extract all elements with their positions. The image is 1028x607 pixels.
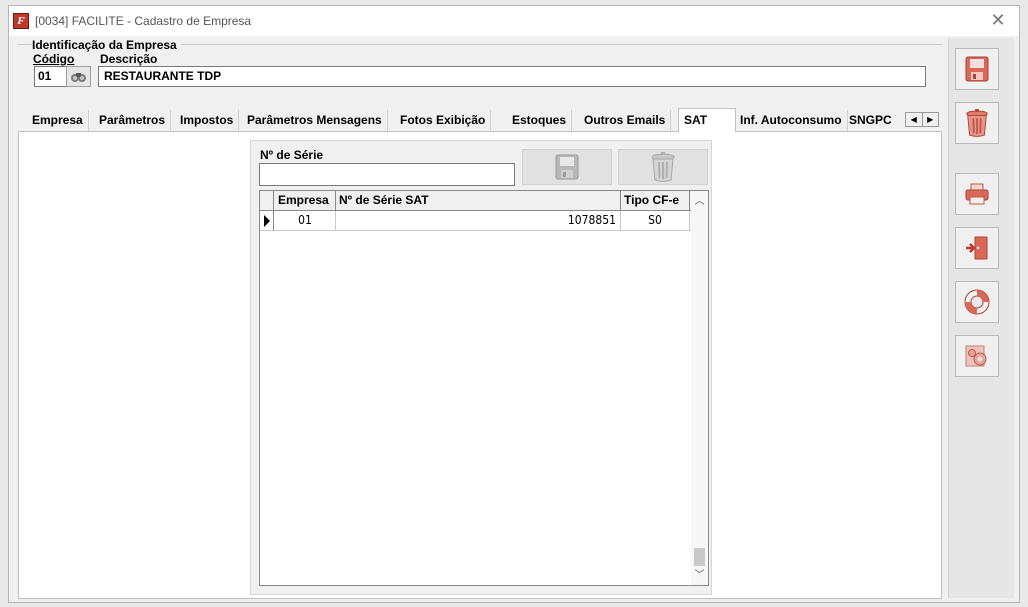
- lifebuoy-icon: [964, 289, 990, 315]
- scroll-down-icon[interactable]: ﹀: [691, 567, 708, 584]
- serie-label: Nº de Série: [260, 148, 324, 162]
- binoculars-icon: [71, 73, 86, 82]
- save-serie-button[interactable]: [522, 149, 612, 185]
- identification-group-title: Identificação da Empresa: [32, 38, 181, 52]
- title-bar: F [0034] FACILITE - Cadastro de Empresa …: [9, 6, 1019, 36]
- column-header-empresa[interactable]: Empresa: [275, 191, 336, 210]
- exit-button[interactable]: [955, 227, 999, 269]
- app-logo-icon: F: [13, 13, 29, 29]
- tab-strip: Empresa Parâmetros Impostos Parâmetros M…: [27, 108, 947, 132]
- trash-can-icon: [966, 109, 988, 137]
- tab-parametros[interactable]: Parâmetros: [94, 110, 172, 131]
- serie-input[interactable]: [259, 163, 515, 186]
- scroll-thumb[interactable]: [694, 548, 705, 566]
- tab-outros-emails[interactable]: Outros Emails: [579, 110, 672, 131]
- grid-header: Empresa Nº de Série SAT Tipo CF-e: [260, 191, 691, 211]
- printer-icon: [965, 183, 989, 205]
- tab-inf-autoconsumo[interactable]: Inf. Autoconsumo: [735, 110, 848, 131]
- table-row[interactable]: 01 1078851 S0: [260, 211, 691, 231]
- row-indicator: [260, 211, 274, 231]
- window-title: [0034] FACILITE - Cadastro de Empresa: [35, 14, 252, 28]
- cell-empresa: 01: [275, 211, 336, 231]
- grid-vertical-scrollbar[interactable]: ︿ ﹀: [691, 191, 708, 585]
- column-header-serie-sat[interactable]: Nº de Série SAT: [336, 191, 621, 210]
- exit-door-icon: [966, 236, 988, 260]
- grid-header-indicator: [260, 191, 274, 211]
- current-row-arrow-icon: [264, 215, 270, 227]
- trash-can-icon: [651, 152, 675, 182]
- tab-scroll-left-icon[interactable]: ◀: [906, 113, 923, 126]
- tab-impostos[interactable]: Impostos: [175, 110, 240, 131]
- gears-icon: [965, 345, 987, 367]
- lookup-button[interactable]: [66, 66, 91, 87]
- tab-estoques[interactable]: Estoques: [507, 110, 573, 131]
- delete-serie-button[interactable]: [618, 149, 708, 185]
- codigo-input[interactable]: 01: [34, 66, 68, 87]
- codigo-label: Código: [33, 52, 75, 66]
- tab-empresa[interactable]: Empresa: [27, 110, 89, 131]
- tab-scroll-buttons[interactable]: ◀ ▶: [905, 112, 939, 127]
- tab-scroll-right-icon[interactable]: ▶: [923, 113, 939, 126]
- floppy-disk-icon: [555, 154, 579, 180]
- cell-tipo-cfe: S0: [621, 211, 690, 231]
- column-header-tipo-cfe[interactable]: Tipo CF-e: [621, 191, 690, 210]
- tab-parametros-mensagens[interactable]: Parâmetros Mensagens: [242, 110, 388, 131]
- scroll-up-icon[interactable]: ︿: [691, 193, 708, 210]
- floppy-disk-icon: [965, 56, 989, 82]
- sat-grid[interactable]: Empresa Nº de Série SAT Tipo CF-e 01 107…: [259, 190, 709, 586]
- tab-sat[interactable]: SAT: [678, 108, 736, 132]
- action-sidebar: [948, 38, 1014, 598]
- delete-button[interactable]: [955, 102, 999, 144]
- help-button[interactable]: [955, 281, 999, 323]
- settings-button[interactable]: [955, 335, 999, 377]
- cell-serie-sat: 1078851: [336, 211, 621, 231]
- close-button[interactable]: ✕: [987, 10, 1009, 32]
- descricao-label: Descrição: [100, 52, 158, 66]
- descricao-input[interactable]: RESTAURANTE TDP: [98, 66, 926, 87]
- save-button[interactable]: [955, 48, 999, 90]
- print-button[interactable]: [955, 173, 999, 215]
- tab-fotos-exibicao[interactable]: Fotos Exibição: [395, 110, 492, 131]
